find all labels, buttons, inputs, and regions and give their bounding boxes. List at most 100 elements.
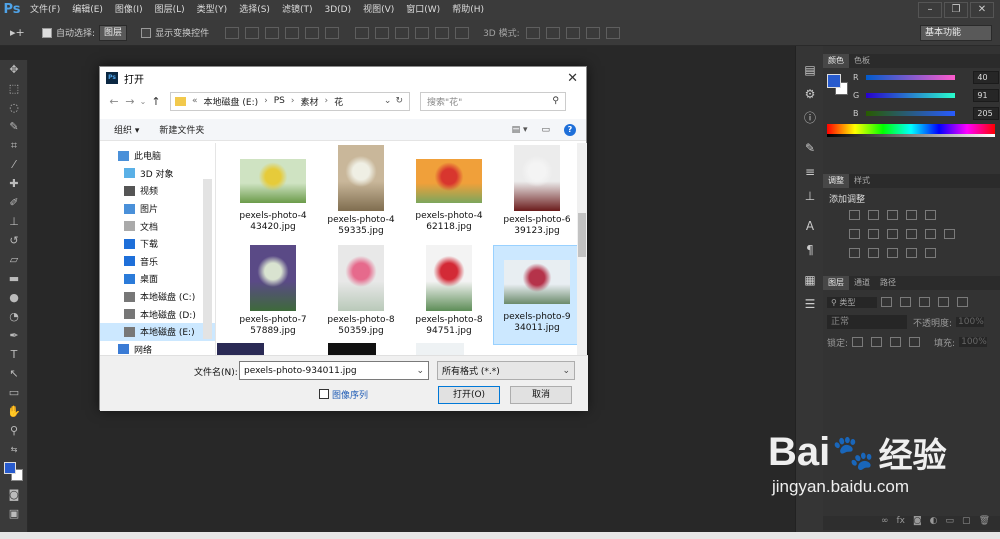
nav-item-10[interactable]: 本地磁盘 (E:) — [100, 322, 215, 341]
tab-channels[interactable]: 通道 — [849, 276, 875, 290]
3d-rotate-icon[interactable] — [525, 26, 540, 39]
eyedropper-tool-icon[interactable]: ⁄ — [0, 155, 28, 174]
back-arrow-icon[interactable]: ← — [106, 95, 122, 108]
menu-item-2[interactable]: 图像(I) — [109, 0, 149, 20]
nav-item-5[interactable]: 下载 — [100, 235, 215, 253]
nav-item-1[interactable]: 3D 对象 — [100, 165, 215, 183]
blur-tool-icon[interactable]: ● — [0, 288, 28, 307]
dialog-close-button[interactable]: ✕ — [567, 71, 578, 86]
lasso-tool-icon[interactable]: ◌ — [0, 98, 28, 117]
channel-mixer-icon[interactable] — [925, 229, 936, 239]
color-balance-icon[interactable] — [868, 229, 879, 239]
gradient-map-icon[interactable] — [906, 248, 917, 258]
distribute-hcenter-icon[interactable] — [435, 26, 450, 39]
pen-tool-icon[interactable]: ✒ — [0, 326, 28, 345]
r-slider[interactable] — [865, 74, 956, 80]
blend-mode-dropdown[interactable]: 正常 — [827, 315, 907, 329]
nav-item-2[interactable]: 视频 — [100, 182, 215, 200]
new-group-icon[interactable]: ▭ — [946, 516, 955, 530]
nav-item-7[interactable]: 桌面 — [100, 270, 215, 288]
filetype-select[interactable]: 所有格式 (*.*) ⌄ — [437, 361, 575, 380]
brush-presets-icon[interactable]: ≡ — [796, 160, 824, 184]
new-adjustment-icon[interactable]: ◐ — [930, 516, 938, 530]
new-folder-button[interactable]: 新建文件夹 — [159, 123, 204, 136]
clone-stamp-tool-icon[interactable]: ⊥ — [0, 212, 28, 231]
search-input[interactable]: 搜索"花" ⚲ — [420, 91, 566, 111]
actions-panel-icon[interactable]: ⚙ — [796, 82, 824, 106]
filename-dropdown-icon[interactable]: ⌄ — [416, 366, 424, 376]
menu-item-8[interactable]: 视图(V) — [357, 0, 400, 20]
healing-brush-tool-icon[interactable]: ✚ — [0, 174, 28, 193]
forward-arrow-icon[interactable]: → — [122, 95, 138, 108]
file-item[interactable]: pexels-photo-4 43420.jpg — [229, 145, 317, 245]
fill-field[interactable]: 100% — [959, 337, 988, 347]
lock-position-icon[interactable] — [890, 337, 902, 347]
show-transform-checkbox[interactable] — [141, 27, 152, 38]
scroll-thumb[interactable] — [578, 213, 586, 257]
maximize-button[interactable]: ❐ — [944, 2, 968, 18]
quick-select-tool-icon[interactable]: ✎ — [0, 117, 28, 136]
3d-roll-icon[interactable] — [545, 26, 560, 39]
eraser-tool-icon[interactable]: ▱ — [0, 250, 28, 269]
file-item[interactable]: pexels-photo-6 39123.jpg — [493, 145, 577, 245]
nav-item-8[interactable]: 本地磁盘 (C:) — [100, 288, 215, 306]
swap-colors-icon[interactable]: ⇆ — [0, 440, 28, 459]
image-sequence-checkbox[interactable] — [319, 389, 329, 399]
color-swatches[interactable] — [0, 459, 27, 485]
view-options-icon[interactable]: ▤ ▾ — [512, 125, 528, 135]
nav-item-11[interactable]: 网络 — [100, 341, 215, 355]
nav-item-4[interactable]: 文档 — [100, 217, 215, 235]
filter-shape-icon[interactable] — [938, 297, 949, 307]
distribute-left-icon[interactable] — [415, 26, 430, 39]
nav-item-9[interactable]: 本地磁盘 (D:) — [100, 305, 215, 323]
move-tool-icon[interactable]: ✥ — [0, 60, 28, 79]
breadcrumb-sucai[interactable]: 素材 — [300, 95, 318, 108]
b-value[interactable]: 205 — [973, 106, 999, 120]
distribute-top-icon[interactable] — [355, 26, 370, 39]
distribute-right-icon[interactable] — [455, 26, 470, 39]
delete-layer-icon[interactable]: 🗑 — [979, 516, 990, 530]
brush-panel-icon[interactable]: ✎ — [796, 136, 824, 160]
menu-item-10[interactable]: 帮助(H) — [446, 0, 490, 20]
workspace-dropdown[interactable]: 基本功能 — [920, 24, 992, 41]
new-layer-icon[interactable]: ▢ — [962, 516, 971, 530]
breadcrumb-drive[interactable]: 本地磁盘 (E:) — [204, 95, 259, 108]
nav-item-0[interactable]: 此电脑 — [100, 147, 215, 165]
menu-item-4[interactable]: 类型(Y) — [191, 0, 234, 20]
paragraph-panel-icon[interactable]: ¶ — [796, 238, 824, 262]
tab-swatches[interactable]: 色板 — [849, 54, 875, 68]
b-slider[interactable] — [865, 110, 956, 116]
tab-styles[interactable]: 样式 — [849, 174, 875, 188]
screen-mode-icon[interactable]: ▣ — [0, 504, 28, 523]
menu-item-7[interactable]: 3D(D) — [318, 0, 357, 20]
invert-icon[interactable] — [849, 248, 860, 258]
3d-slide-icon[interactable] — [585, 26, 600, 39]
grayscale-ramp[interactable] — [827, 134, 995, 137]
nav-item-3[interactable]: 图片 — [100, 200, 215, 218]
refresh-icon[interactable]: ↻ — [395, 96, 403, 106]
organize-button[interactable]: 组织 ▾ — [114, 123, 139, 136]
hand-tool-icon[interactable]: ✋ — [0, 402, 28, 421]
distribute-vcenter-icon[interactable] — [375, 26, 390, 39]
color-lookup-icon[interactable] — [944, 229, 955, 239]
menu-item-3[interactable]: 图层(L) — [149, 0, 191, 20]
file-item[interactable]: pexels-photo-8 50359.jpg — [317, 245, 405, 345]
filter-pixel-icon[interactable] — [881, 297, 892, 307]
menu-item-0[interactable]: 文件(F) — [24, 0, 66, 20]
auto-select-dropdown[interactable]: 图层 — [99, 24, 128, 41]
preview-pane-icon[interactable]: ▭ — [541, 125, 550, 135]
marquee-tool-icon[interactable]: ⬚ — [0, 79, 28, 98]
black-white-icon[interactable] — [887, 229, 898, 239]
type-tool-icon[interactable]: T — [0, 345, 28, 364]
file-thumbnail[interactable] — [416, 343, 464, 355]
character-panel-icon[interactable]: A — [796, 214, 824, 238]
threshold-icon[interactable] — [887, 248, 898, 258]
align-hcenter-icon[interactable] — [305, 26, 320, 39]
nav-item-6[interactable]: 音乐 — [100, 253, 215, 271]
lock-transparent-icon[interactable] — [852, 337, 864, 347]
brush-tool-icon[interactable]: ✐ — [0, 193, 28, 212]
file-item[interactable]: pexels-photo-8 94751.jpg — [405, 245, 493, 345]
move-tool-preset-icon[interactable]: ▸+ — [10, 26, 25, 39]
align-top-icon[interactable] — [225, 26, 240, 39]
3d-scale-icon[interactable] — [605, 26, 620, 39]
